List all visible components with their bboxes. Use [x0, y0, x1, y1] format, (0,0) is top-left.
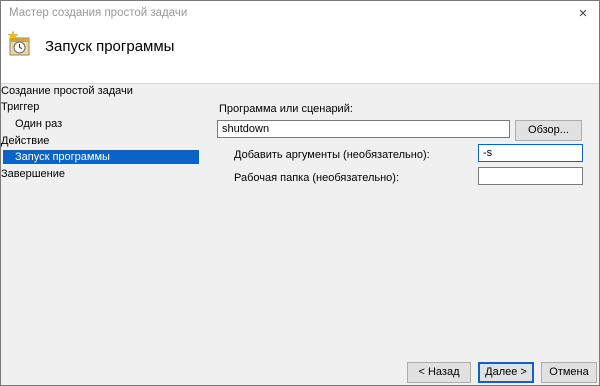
working-folder-label: Рабочая папка (необязательно): [234, 172, 400, 184]
nav-step-create-task[interactable]: Создание простой задачи [1, 84, 201, 98]
close-icon[interactable]: × [571, 3, 595, 25]
browse-button[interactable]: Обзор... [515, 120, 582, 141]
next-button[interactable]: Далее > [478, 362, 534, 383]
arguments-label: Добавить аргументы (необязательно): [234, 149, 430, 161]
page-title: Запуск программы [45, 38, 175, 55]
nav-step-finish[interactable]: Завершение [1, 167, 201, 181]
task-wizard-window: Мастер создания простой задачи × Запуск … [0, 0, 600, 386]
scheduled-task-clock-icon [7, 31, 30, 56]
nav-step-action[interactable]: Действие [1, 134, 201, 148]
nav-step-start-program[interactable]: Запуск программы [3, 150, 199, 164]
program-label: Программа или сценарий: [219, 103, 353, 115]
working-folder-input[interactable] [478, 167, 583, 185]
program-input[interactable] [217, 120, 510, 138]
back-button[interactable]: < Назад [407, 362, 471, 383]
title-bar[interactable]: Мастер создания простой задачи × [1, 1, 599, 27]
arguments-input[interactable] [478, 144, 583, 162]
nav-step-trigger[interactable]: Триггер [1, 100, 201, 114]
wizard-steps-nav: Создание простой задачи Триггер Один раз… [1, 84, 201, 384]
nav-step-one-time[interactable]: Один раз [1, 117, 201, 131]
cancel-button[interactable]: Отмена [541, 362, 597, 383]
wizard-header: Запуск программы [1, 27, 599, 84]
window-title: Мастер создания простой задачи [9, 7, 188, 19]
